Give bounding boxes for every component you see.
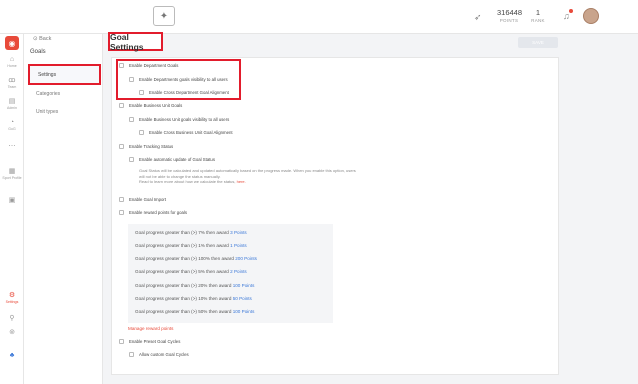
rail-item-theme[interactable]: ⚲ xyxy=(0,315,24,323)
option-enable-reward-points[interactable]: Enable reward points for goals xyxy=(119,210,187,215)
rail-item-admin[interactable]: ▤ Admin xyxy=(0,98,24,110)
logo-icon: ✦ xyxy=(159,10,169,22)
status-help-link[interactable]: here. xyxy=(237,179,246,184)
team-icon: ꝏ xyxy=(8,77,16,84)
checkbox[interactable] xyxy=(119,144,124,149)
grid-icon: ▣ xyxy=(8,197,16,204)
reward-row: Goal progress greater than (>) 100% then… xyxy=(135,256,257,261)
reward-row: Goal progress greater than (>) 5% then a… xyxy=(135,269,247,274)
subnav-title: Goals xyxy=(30,49,46,55)
points-stat: 316448 POINTS xyxy=(497,8,523,23)
reward-row: Goal progress greater than (>) 50% then … xyxy=(135,309,255,314)
checkbox[interactable] xyxy=(119,103,124,108)
checkbox[interactable] xyxy=(119,210,124,215)
top-bar: ✦ ➶ 316448 POINTS 1 RANK ♫ xyxy=(0,0,638,34)
rail-item-home[interactable]: ⌂ Home xyxy=(0,56,24,68)
subnav-item-unit-types[interactable]: Unit types xyxy=(36,109,58,115)
option-enable-bu-goals[interactable]: Enable Business Unit Goals xyxy=(119,103,182,108)
rocket-icon[interactable]: ➶ xyxy=(474,12,482,23)
subnav-item-categories[interactable]: Categories xyxy=(36,91,60,97)
points-label: POINTS xyxy=(499,18,519,23)
gog-icon: ◔ xyxy=(9,119,15,126)
highlight-box xyxy=(116,59,241,100)
notification-dot xyxy=(569,9,573,13)
sport-profile-icon: ▦ xyxy=(8,168,16,175)
status-description: Goal Status will be calculated and updat… xyxy=(139,168,356,185)
rail-item-gog[interactable]: ◔ GoG xyxy=(0,119,24,131)
reward-row: Goal progress greater than (>) 1% then a… xyxy=(135,243,247,248)
page-title: Goal Settings xyxy=(108,32,163,52)
dots-icon: ⋯ xyxy=(8,143,16,150)
rank-label: RANK xyxy=(531,18,545,23)
goals-subnav: ⊙ Back Goals Settings Categories Unit ty… xyxy=(24,34,103,384)
checkbox[interactable] xyxy=(129,117,134,122)
rail-item-sport-profile[interactable]: ▦ Sport Profile xyxy=(0,168,24,180)
reward-row: Goal progress greater than (>) 10% then … xyxy=(135,296,252,301)
rail-item-help[interactable]: ⊚ xyxy=(0,329,24,337)
home-icon: ⌂ xyxy=(9,56,15,63)
admin-icon: ▤ xyxy=(8,98,16,105)
rank-stat: 1 RANK xyxy=(528,8,548,23)
rail-item-more[interactable]: ⋯ xyxy=(0,143,24,151)
checkbox[interactable] xyxy=(119,339,124,344)
company-logo[interactable]: ✦ xyxy=(153,6,175,26)
reward-rules-panel: Goal progress greater than (>) 7% then a… xyxy=(128,224,333,323)
rail-item-settings[interactable]: ⚙ Settings xyxy=(0,292,24,304)
option-enable-preset-cycles[interactable]: Enable Preset Goal Cycles xyxy=(119,339,180,344)
app-menu-icon[interactable]: ◉ xyxy=(5,36,19,50)
option-enable-tracking-status[interactable]: Enable Tracking Status xyxy=(119,144,173,149)
rank-value: 1 xyxy=(535,8,541,17)
checkbox[interactable] xyxy=(129,157,134,162)
option-cross-bu-alignment[interactable]: Enable Cross Business Unit Goal Alignmen… xyxy=(139,130,233,135)
option-bu-visibility[interactable]: Enable Business Unit goals visibility to… xyxy=(129,117,229,122)
points-value: 316448 xyxy=(497,8,523,17)
back-link[interactable]: ⊙ Back xyxy=(33,36,51,42)
launch-icon: ♣ xyxy=(9,352,15,359)
option-auto-update-status[interactable]: Enable automatic update of Goal Status xyxy=(129,157,215,162)
avatar[interactable] xyxy=(583,8,599,24)
checkbox[interactable] xyxy=(119,197,124,202)
rail-item-team[interactable]: ꝏ Team xyxy=(0,77,24,89)
rail-item-grid[interactable]: ▣ xyxy=(0,197,24,205)
manage-reward-points-link[interactable]: Manage reward points xyxy=(128,326,173,331)
checkbox[interactable] xyxy=(139,130,144,135)
theme-icon: ⚲ xyxy=(9,315,15,322)
rail-item-launch[interactable]: ♣ xyxy=(0,352,24,360)
subnav-item-settings[interactable]: Settings xyxy=(28,64,101,85)
option-allow-custom-cycles[interactable]: Allow custom Goal Cycles xyxy=(129,352,189,357)
settings-icon: ⚙ xyxy=(8,292,16,299)
reward-row: Goal progress greater than (>) 20% then … xyxy=(135,283,255,288)
save-button[interactable]: SAVE xyxy=(518,37,558,48)
help-icon: ⊚ xyxy=(9,329,15,336)
checkbox[interactable] xyxy=(129,352,134,357)
reward-row: Goal progress greater than (>) 7% then a… xyxy=(135,230,247,235)
option-enable-goal-import[interactable]: Enable Goal Import xyxy=(119,197,166,202)
icon-rail: ◉ ⌂ Home ꝏ Team ▤ Admin ◔ GoG ⋯ ▦ Sport … xyxy=(0,34,24,384)
